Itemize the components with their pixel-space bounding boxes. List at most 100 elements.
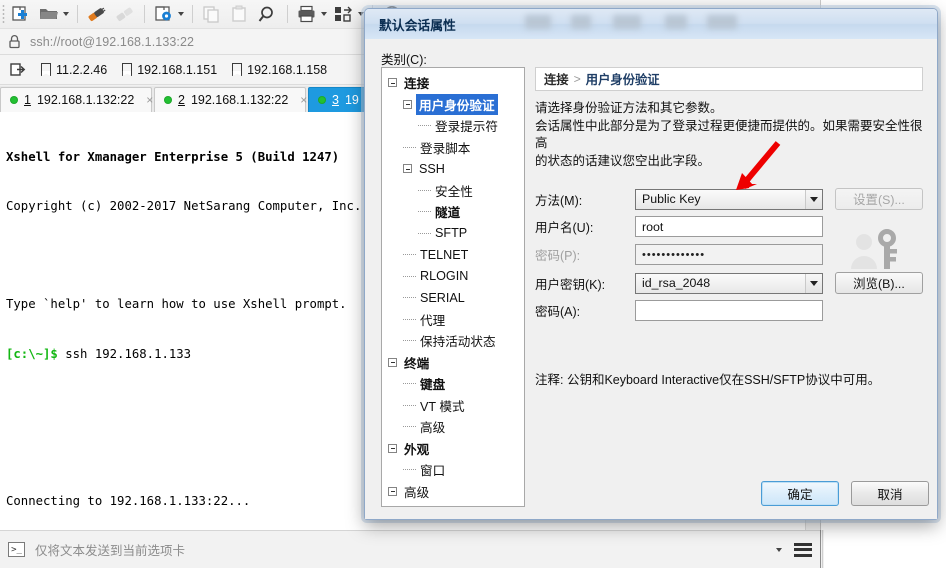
tree-item-0[interactable]: 连接 — [382, 72, 524, 94]
disconnect-button[interactable] — [111, 0, 139, 28]
paste-button[interactable] — [226, 0, 254, 28]
description-line: 请选择身份验证方法和其它参数。 — [535, 101, 723, 115]
tree-item-label: SSH — [419, 161, 445, 176]
vertical-divider — [820, 530, 823, 568]
chevron-down-icon[interactable] — [805, 273, 822, 293]
password-label: 密码(P): — [535, 249, 581, 263]
passphrase-input[interactable] — [635, 300, 823, 321]
close-icon[interactable]: × — [300, 93, 307, 107]
tab-label: 192.168.1.132:22 — [36, 93, 135, 107]
tab-session-3[interactable]: 3 19 — [308, 87, 368, 112]
annotation-arrow-icon — [736, 141, 781, 190]
tree-item-label: 登录提示符 — [435, 120, 498, 135]
userkey-dropdown[interactable]: id_rsa_2048 — [635, 272, 823, 294]
breadcrumb-separator: > — [573, 72, 581, 86]
tree-connector — [403, 383, 416, 385]
find-button[interactable] — [254, 0, 282, 28]
bookmark-item[interactable]: 11.2.2.46 — [37, 61, 115, 79]
tree-item-16[interactable]: 高级 — [382, 416, 524, 438]
new-session-button[interactable] — [7, 0, 35, 28]
shell-prompt: [c:\~]$ — [6, 346, 58, 361]
ok-button[interactable]: 确定 — [761, 481, 839, 506]
toolbar-divider — [287, 5, 288, 23]
tree-item-label: 终端 — [404, 356, 430, 371]
transfer-button[interactable] — [330, 0, 367, 28]
tree-item-6[interactable]: 隧道 — [382, 201, 524, 223]
tree-item-5[interactable]: 安全性 — [382, 180, 524, 202]
tree-item-14[interactable]: 键盘 — [382, 373, 524, 395]
open-folder-icon — [40, 9, 58, 19]
chevron-down-icon[interactable] — [776, 547, 782, 552]
tree-item-label: 键盘 — [420, 378, 446, 393]
bookmark-label: 192.168.1.158 — [247, 62, 328, 77]
bookmark-home-button[interactable] — [6, 60, 34, 79]
toolbar-grip[interactable] — [0, 0, 7, 28]
tree-expander-icon[interactable] — [403, 164, 412, 174]
tree-item-1[interactable]: 用户身份验证 — [382, 93, 524, 116]
tree-item-10[interactable]: SERIAL — [382, 287, 524, 309]
tree-item-17[interactable]: 外观 — [382, 438, 524, 460]
tree-item-7[interactable]: SFTP — [382, 223, 524, 245]
send-text-placeholder[interactable]: 仅将文本发送到当前选项卡 — [35, 540, 185, 559]
tree-item-9[interactable]: RLOGIN — [382, 266, 524, 288]
tree-item-11[interactable]: 代理 — [382, 309, 524, 331]
tree-item-3[interactable]: 登录脚本 — [382, 137, 524, 159]
bottom-right-pane — [824, 530, 946, 568]
connect-icon — [88, 7, 106, 21]
cancel-button[interactable]: 取消 — [851, 481, 929, 506]
toolbar-divider — [192, 5, 193, 23]
tree-item-12[interactable]: 保持活动状态 — [382, 330, 524, 352]
address-input[interactable]: ssh://root@192.168.1.133:22 — [30, 35, 194, 49]
password-input[interactable]: ••••••••••••• — [635, 244, 823, 265]
tree-connector — [418, 232, 431, 234]
category-tree[interactable]: 连接 用户身份验证登录提示符登录脚本 SSH 安全性 隧道 SFTP TELNET RLOGI… — [381, 67, 525, 507]
tree-expander-icon[interactable] — [388, 357, 397, 367]
username-input[interactable]: root — [635, 216, 823, 237]
bookmark-item[interactable]: 192.168.1.158 — [228, 61, 335, 79]
browse-button[interactable]: 浏览(B)... — [835, 272, 923, 294]
hamburger-icon[interactable] — [794, 542, 812, 557]
print-button[interactable] — [293, 0, 330, 28]
cancel-button-label: 取消 — [877, 488, 903, 502]
userkey-row: 用户密钥(K): id_rsa_2048 浏览(B)... — [535, 272, 923, 294]
dialog-title-bar[interactable]: 默认会话属性 — [365, 9, 937, 39]
username-value: root — [642, 219, 664, 234]
settings-button-label: 设置(S)... — [853, 193, 905, 207]
lock-icon — [9, 35, 20, 49]
open-session-button[interactable] — [35, 0, 72, 28]
note-text: 注释: 公钥和Keyboard Interactive仅在SSH/SFTP协议中… — [535, 373, 881, 387]
bookmark-icon — [232, 63, 243, 76]
tree-item-label: 登录脚本 — [420, 141, 471, 156]
tree-item-4[interactable]: SSH — [382, 158, 524, 180]
connect-button[interactable] — [83, 0, 111, 28]
tab-session-2[interactable]: 2 192.168.1.132:22 × — [154, 87, 307, 112]
tab-session-1[interactable]: 1 192.168.1.132:22 × — [0, 87, 153, 112]
chevron-down-icon[interactable] — [805, 189, 822, 209]
bookmark-icon — [122, 63, 133, 76]
tab-number: 2 — [178, 93, 185, 107]
tree-item-label: 外观 — [404, 442, 430, 457]
settings-button[interactable]: 设置(S)... — [835, 188, 923, 210]
bookmark-icon — [41, 63, 51, 76]
tree-expander-icon[interactable] — [403, 99, 412, 109]
tree-expander-icon[interactable] — [388, 443, 397, 453]
tree-connector — [403, 318, 416, 320]
tree-connector — [403, 426, 416, 428]
tree-item-13[interactable]: 终端 — [382, 352, 524, 374]
chevron-down-icon[interactable] — [178, 12, 184, 16]
chevron-down-icon[interactable] — [63, 12, 69, 16]
bookmark-item[interactable]: 192.168.1.151 — [118, 61, 225, 79]
shell-command: ssh 192.168.1.133 — [57, 346, 192, 361]
tree-item-label: 连接 — [404, 77, 430, 92]
properties-button[interactable] — [150, 0, 187, 28]
close-icon[interactable]: × — [146, 93, 153, 107]
tree-expander-icon[interactable] — [388, 78, 397, 88]
dialog-footer: 确定 取消 — [365, 473, 937, 519]
tree-item-2[interactable]: 登录提示符 — [382, 115, 524, 137]
tree-item-label: 用户身份验证 — [416, 93, 498, 115]
tree-item-8[interactable]: TELNET — [382, 244, 524, 266]
copy-button[interactable] — [198, 0, 226, 28]
bookmark-label: 11.2.2.46 — [56, 62, 108, 77]
chevron-down-icon[interactable] — [321, 12, 327, 16]
tree-item-15[interactable]: VT 模式 — [382, 395, 524, 417]
